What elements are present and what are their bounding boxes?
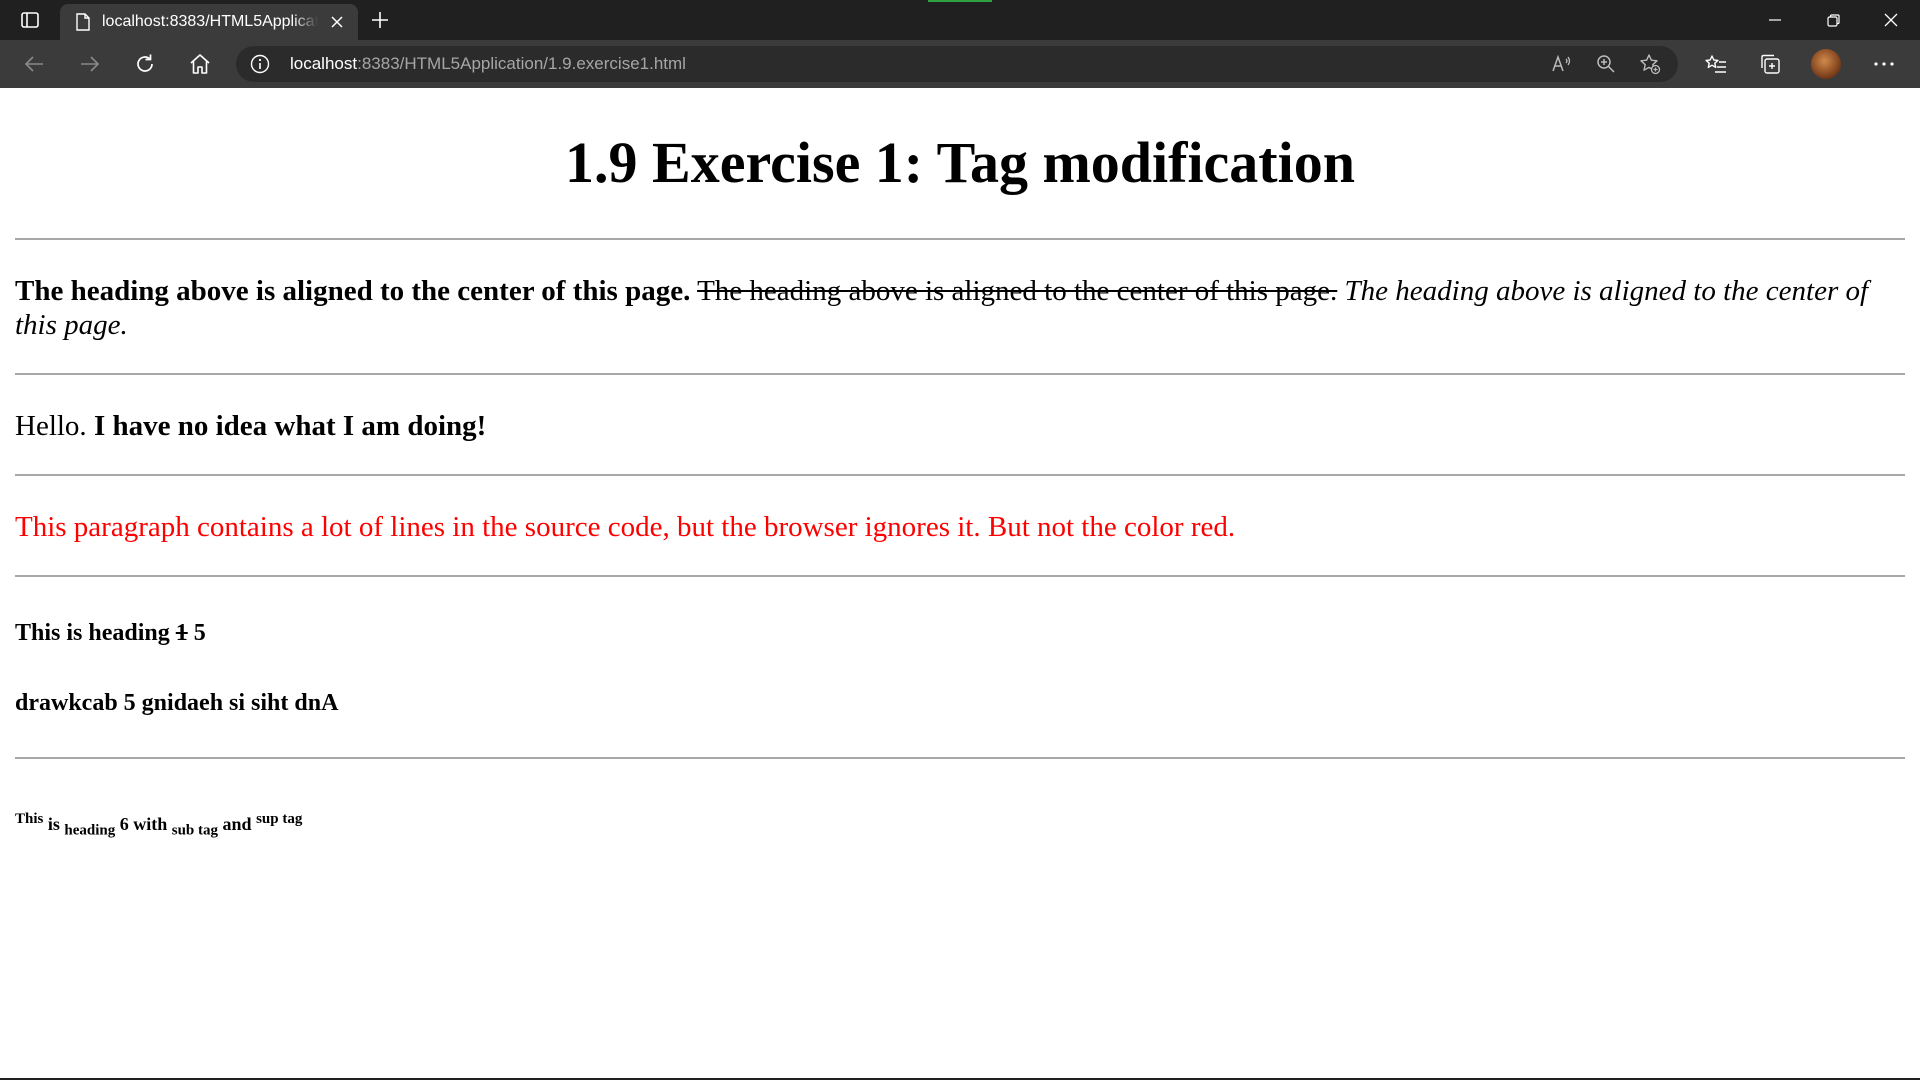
heading-text: with (133, 813, 168, 834)
sub-text: sub tag (171, 822, 219, 839)
address-bar[interactable]: localhost:8383/HTML5Application/1.9.exer… (236, 46, 1678, 82)
heading-6: This is heading 6 with sub tag and sup t… (15, 807, 1905, 843)
horizontal-rule (15, 473, 1905, 476)
bold-text: The heading above is aligned to the cent… (15, 274, 691, 307)
window-close-icon[interactable] (1864, 0, 1918, 40)
forward-arrow-icon[interactable] (72, 46, 108, 82)
favorites-icon[interactable] (1698, 46, 1734, 82)
page-body: 1.9 Exercise 1: Tag modification The hea… (0, 88, 1920, 842)
horizontal-rule (15, 372, 1905, 375)
page-viewport: 1.9 Exercise 1: Tag modification The hea… (0, 88, 1920, 1078)
profile-avatar[interactable] (1811, 49, 1841, 79)
tab-indicator (928, 0, 992, 2)
heading-text: 6 (119, 813, 129, 834)
collections-icon[interactable] (1752, 46, 1788, 82)
refresh-icon[interactable] (127, 46, 163, 82)
page-title: 1.9 Exercise 1: Tag modification (565, 130, 1355, 195)
sup-text: sup tag (256, 810, 303, 827)
sup-text: This (15, 810, 44, 827)
hello-paragraph: Hello. I have no idea what I am doing! (15, 409, 1905, 443)
heading-text: is (47, 813, 60, 834)
browser-tab-active[interactable]: localhost:8383/HTML5Application/1.9.exer… (60, 4, 358, 40)
url-path: :8383/HTML5Application/1.9.exercise1.htm… (357, 54, 686, 73)
home-icon[interactable] (182, 46, 218, 82)
strikethrough-number: 1 (175, 619, 188, 646)
page-icon (74, 13, 92, 31)
zoom-icon[interactable] (1592, 50, 1620, 78)
bold-text: I have no idea what I am doing! (93, 409, 487, 442)
sub-text: heading (64, 822, 116, 839)
plus-icon[interactable] (366, 6, 394, 34)
horizontal-rule (15, 574, 1905, 577)
add-favorite-icon[interactable] (1636, 50, 1664, 78)
aligned-paragraph: The heading above is aligned to the cent… (15, 274, 1905, 342)
more-icon[interactable] (1866, 46, 1902, 82)
heading-5-reversed: drawkcab 5 gnidaeh si siht dnA (15, 689, 339, 716)
red-paragraph: This paragraph contains a lot of lines i… (15, 510, 1236, 543)
minimize-icon[interactable] (1748, 0, 1802, 40)
tab-actions-icon[interactable] (12, 6, 48, 34)
browser-toolbar: localhost:8383/HTML5Application/1.9.exer… (0, 40, 1920, 88)
strikethrough-text: The heading above is aligned to the cent… (697, 274, 1338, 307)
read-aloud-icon[interactable] (1548, 50, 1576, 78)
close-icon[interactable] (326, 11, 348, 33)
tab-bar: localhost:8383/HTML5Application/1.9.exer… (0, 0, 1920, 40)
horizontal-rule (15, 237, 1905, 240)
restore-icon[interactable] (1806, 0, 1860, 40)
tab-title: localhost:8383/HTML5Application/1.9.exer… (102, 13, 318, 30)
url-text[interactable]: localhost:8383/HTML5Application/1.9.exer… (290, 46, 686, 82)
back-arrow-icon[interactable] (16, 46, 52, 82)
heading-text: and (222, 813, 252, 834)
heading-number: 5 (193, 619, 206, 646)
heading-5: This is heading 1 5 (15, 619, 1905, 647)
hello-text: Hello. (15, 409, 87, 442)
horizontal-rule (15, 756, 1905, 759)
url-host: localhost (290, 54, 358, 73)
info-icon[interactable] (250, 54, 270, 74)
heading-text: This is heading (15, 619, 170, 646)
